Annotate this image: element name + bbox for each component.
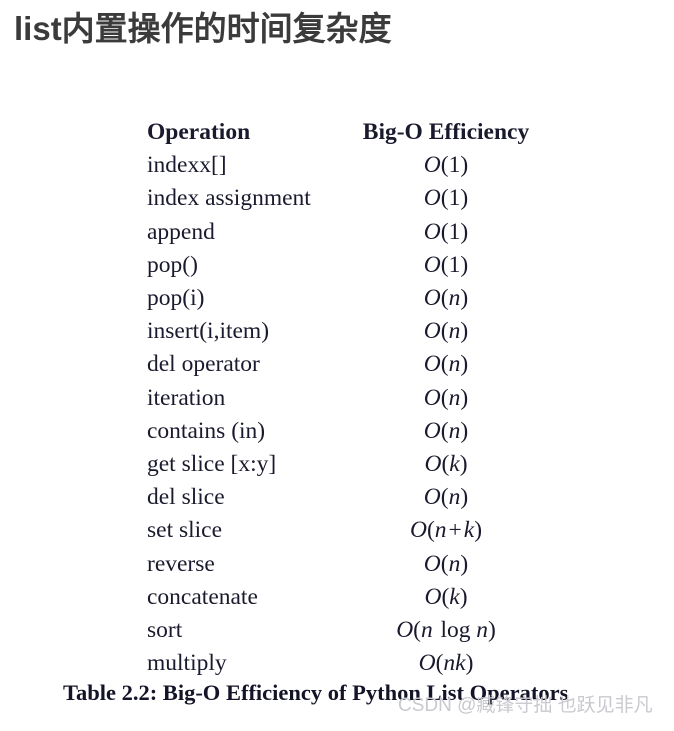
- efficiency-cell: O(n): [347, 548, 545, 581]
- table-row: get slice [x:y] O(k): [147, 448, 545, 481]
- bigo-expression: O(1): [423, 218, 469, 245]
- table-row: pop() O(1): [147, 249, 545, 282]
- bigo-expression: O(n): [423, 285, 469, 312]
- table-row: index assignment O(1): [147, 182, 545, 215]
- bigo-efficiency-table-figure: Operation Big-O Efficiency indexx[] O(1) i…: [0, 116, 674, 680]
- table-row: indexx[] O(1): [147, 149, 545, 182]
- operation-cell: index assignment: [147, 185, 311, 212]
- bigo-expression: O(1): [423, 185, 469, 212]
- table-row: set slice O(n+k): [147, 514, 545, 547]
- bigo-efficiency-table: Operation Big-O Efficiency indexx[] O(1) i…: [147, 116, 545, 680]
- table-row: append O(1): [147, 216, 545, 249]
- efficiency-cell: O(n): [347, 282, 545, 315]
- efficiency-cell: O(n): [347, 481, 545, 514]
- operation-cell: contains (in): [147, 417, 266, 444]
- column-header-operation: Operation: [147, 119, 251, 145]
- efficiency-cell: O(n): [347, 415, 545, 448]
- operation-cell: sort: [147, 617, 183, 644]
- operation-cell: reverse: [147, 550, 215, 577]
- bigo-expression: O(1): [423, 251, 469, 278]
- bigo-expression: O(n): [423, 417, 469, 444]
- table-row: pop(i) O(n): [147, 282, 545, 315]
- operation-cell: iteration: [147, 384, 226, 411]
- table-row: iteration O(n): [147, 382, 545, 415]
- bigo-expression: O(n+k): [409, 517, 483, 544]
- operation-cell: get slice [x:y]: [147, 451, 277, 478]
- bigo-expression: O(n): [423, 351, 469, 378]
- efficiency-cell: O(1): [347, 149, 545, 182]
- efficiency-cell: O(1): [347, 249, 545, 282]
- efficiency-cell: O(n+k): [347, 514, 545, 547]
- bigo-expression: O(n): [423, 318, 469, 345]
- efficiency-cell: O(1): [347, 182, 545, 215]
- table-row: reverse O(n): [147, 548, 545, 581]
- column-header-efficiency: Big-O Efficiency: [362, 119, 530, 145]
- table-row: insert(i,item) O(n): [147, 315, 545, 348]
- table-row: contains (in) O(n): [147, 415, 545, 448]
- efficiency-cell: O(k): [347, 448, 545, 481]
- bigo-expression: O(n): [423, 484, 469, 511]
- operation-cell: set slice: [147, 517, 223, 544]
- operation-cell: indexx[]: [147, 152, 227, 179]
- bigo-expression: O(k): [424, 583, 468, 610]
- efficiency-cell: O(n): [347, 315, 545, 348]
- page-title: list内置操作的时间复杂度: [14, 10, 392, 47]
- efficiency-cell: O(k): [347, 581, 545, 614]
- bigo-expression: O(1): [423, 152, 469, 179]
- bigo-expression: O(nk): [418, 650, 474, 677]
- bigo-expression: O(n): [423, 550, 469, 577]
- table-header-row: Operation Big-O Efficiency: [147, 116, 545, 149]
- operation-cell: concatenate: [147, 583, 258, 610]
- efficiency-cell: O(n): [347, 382, 545, 415]
- operation-cell: del operator: [147, 351, 260, 378]
- operation-cell: multiply: [147, 650, 227, 677]
- efficiency-cell: O(n): [347, 348, 545, 381]
- operation-cell: pop(): [147, 251, 198, 278]
- bigo-expression: O(k): [424, 451, 468, 478]
- bigo-expression: O(n log n): [396, 617, 496, 644]
- operation-cell: pop(i): [147, 285, 205, 312]
- operation-cell: insert(i,item): [147, 318, 270, 345]
- table-row: sort O(n log n): [147, 614, 545, 647]
- table-row: del slice O(n): [147, 481, 545, 514]
- operation-cell: del slice: [147, 484, 225, 511]
- efficiency-cell: O(1): [347, 216, 545, 249]
- table-row: multiply O(nk): [147, 647, 545, 680]
- table-caption: Table 2.2: Big-O Efficiency of Python Li…: [63, 680, 569, 705]
- table-body: indexx[] O(1) index assignment O(1) append O(…: [147, 149, 545, 680]
- operation-cell: append: [147, 218, 215, 245]
- table-header: Operation Big-O Efficiency: [147, 116, 545, 149]
- efficiency-cell: O(n log n): [347, 614, 545, 647]
- bigo-expression: O(n): [423, 384, 469, 411]
- table-row: concatenate O(k): [147, 581, 545, 614]
- table-row: del operator O(n): [147, 348, 545, 381]
- efficiency-cell: O(nk): [347, 647, 545, 680]
